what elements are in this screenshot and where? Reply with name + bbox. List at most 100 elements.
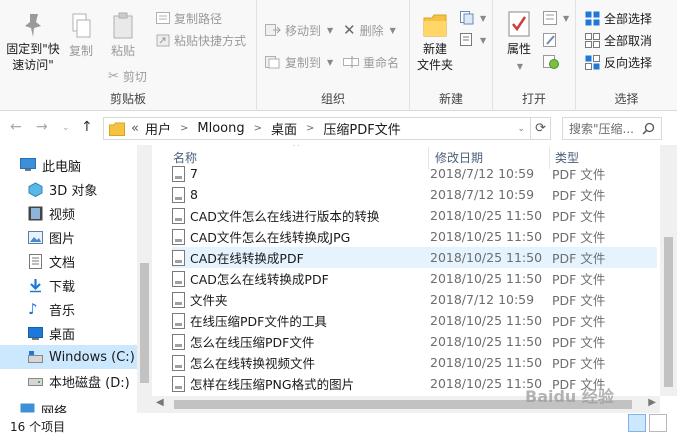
- file-name: 文件夹: [190, 293, 228, 308]
- scroll-left-arrow-icon[interactable]: ◀: [156, 397, 164, 408]
- delete-button[interactable]: ✕ 删除 ▼: [343, 20, 396, 40]
- file-row-hovered[interactable]: CAD在线转换成PDF 2018/10/25 11:50 PDF 文件: [172, 247, 657, 268]
- forward-arrow-icon[interactable]: →: [36, 119, 48, 135]
- nav-item-downloads[interactable]: 下载: [0, 273, 137, 297]
- folder-icon: [109, 122, 125, 136]
- nav-item-windows-c[interactable]: Windows (C:): [0, 345, 137, 369]
- easy-access-button[interactable]: ▼: [460, 30, 486, 50]
- address-bar[interactable]: « 用户 > Mloong > 桌面 > 压缩PDF文件 ⌄ ⟳: [103, 117, 551, 140]
- vertical-scrollbar-thumb[interactable]: [664, 237, 673, 387]
- nav-item-music[interactable]: ♪ 音乐: [0, 297, 137, 321]
- nav-item-desktop[interactable]: 桌面: [0, 321, 137, 345]
- copy-button[interactable]: 复制: [64, 12, 98, 59]
- breadcrumb-overflow[interactable]: «: [128, 121, 142, 136]
- move-to-icon: [265, 24, 281, 36]
- new-folder-button[interactable]: 新建 文件夹: [414, 10, 456, 73]
- up-arrow-icon[interactable]: ↑: [81, 119, 93, 135]
- scroll-right-arrow-icon[interactable]: ▶: [648, 397, 656, 408]
- properties-button[interactable]: 属性 ▼: [499, 10, 539, 75]
- file-row[interactable]: 怎么在线压缩PDF文件 2018/10/25 11:50 PDF 文件: [172, 331, 657, 352]
- rename-icon: [343, 56, 359, 68]
- file-date: 2018/10/25 11:50: [430, 313, 543, 328]
- nav-item-label: 网络: [41, 405, 68, 413]
- navigation-bar: ← → ⌄ ↑ « 用户 > Mloong > 桌面 > 压缩PDF文件 ⌄ ⟳…: [0, 111, 677, 145]
- cut-button[interactable]: ✂ 剪切: [108, 66, 147, 86]
- paste-shortcut-icon: [156, 34, 170, 47]
- search-box[interactable]: 搜索"压缩...: [562, 117, 662, 140]
- documents-icon: [29, 253, 42, 269]
- nav-item-network[interactable]: 网络: [0, 401, 137, 413]
- file-name: CAD在线转换成PDF: [190, 251, 304, 266]
- navigation-scrollbar[interactable]: [137, 145, 152, 413]
- new-folder-label-line2: 文件夹: [416, 58, 453, 72]
- file-date: 2018/10/25 11:50: [430, 208, 543, 223]
- edit-button[interactable]: [543, 30, 557, 50]
- pdf-file-icon: [172, 375, 185, 392]
- file-row[interactable]: 怎么在线转换视频文件 2018/10/25 11:50 PDF 文件: [172, 352, 657, 373]
- file-type: PDF 文件: [552, 335, 606, 350]
- search-placeholder: 搜索"压缩...: [569, 122, 634, 136]
- nav-item-local-disk-d[interactable]: 本地磁盘 (D:): [0, 369, 137, 393]
- nav-item-label: 视频: [49, 207, 76, 223]
- pdf-file-icon: [172, 249, 185, 266]
- cut-label: 剪切: [122, 69, 147, 84]
- navigation-scrollbar-thumb[interactable]: [140, 263, 149, 383]
- nav-item-label: 文档: [49, 255, 76, 271]
- select-none-button[interactable]: 全部取消: [585, 30, 652, 50]
- back-arrow-icon[interactable]: ←: [10, 119, 22, 135]
- move-to-button[interactable]: 移动到 ▼: [265, 20, 333, 40]
- history-button[interactable]: [543, 52, 559, 72]
- file-name: 在线压缩PDF文件的工具: [190, 314, 327, 329]
- refresh-icon[interactable]: ⟳: [530, 118, 550, 139]
- copy-path-button[interactable]: 复制路径: [156, 8, 222, 28]
- open-group: 属性 ▼ ▼ 打开: [493, 0, 576, 111]
- rename-button[interactable]: 重命名: [343, 52, 399, 72]
- file-date: 2018/10/25 11:50: [430, 271, 543, 286]
- nav-item-label: 图片: [49, 231, 76, 247]
- breadcrumb-users[interactable]: 用户: [142, 119, 174, 138]
- open-button[interactable]: ▼: [543, 8, 569, 28]
- paste-button[interactable]: 粘贴: [104, 12, 142, 59]
- file-list-vertical-scrollbar[interactable]: [660, 145, 677, 396]
- nav-item-videos[interactable]: 视频: [0, 201, 137, 225]
- file-row[interactable]: 8 2018/7/12 10:59 PDF 文件: [172, 184, 657, 205]
- status-bar: 16 个项目: [0, 413, 677, 440]
- breadcrumb-user[interactable]: Mloong: [194, 121, 247, 136]
- file-date: 2018/10/25 11:50: [430, 334, 543, 349]
- pictures-icon: [28, 230, 43, 244]
- nav-item-this-pc[interactable]: 此电脑: [0, 153, 137, 177]
- organize-group-label: 组织: [320, 92, 345, 106]
- pdf-file-icon: [172, 333, 185, 350]
- file-row[interactable]: 7 2018/7/12 10:59 PDF 文件: [172, 163, 657, 184]
- breadcrumb-current-folder[interactable]: 压缩PDF文件: [320, 119, 403, 138]
- file-row[interactable]: CAD文件怎么在线转换成JPG 2018/10/25 11:50 PDF 文件: [172, 226, 657, 247]
- nav-item-pictures[interactable]: 图片: [0, 225, 137, 249]
- nav-item-documents[interactable]: 文档: [0, 249, 137, 273]
- copy-to-button[interactable]: 复制到 ▼: [265, 52, 333, 72]
- details-view-icon[interactable]: [628, 414, 646, 432]
- nav-item-3d-objects[interactable]: 3D 对象: [0, 177, 137, 201]
- paste-shortcut-button[interactable]: 粘贴快捷方式: [156, 30, 246, 50]
- pdf-file-icon: [172, 270, 185, 287]
- breadcrumb-separator-icon[interactable]: >: [174, 123, 194, 134]
- invert-selection-button[interactable]: 反向选择: [585, 52, 652, 72]
- download-icon: [30, 278, 41, 292]
- new-item-button[interactable]: ▼: [460, 8, 486, 28]
- history-icon: [543, 55, 559, 69]
- file-row[interactable]: CAD怎么在线转换成PDF 2018/10/25 11:50 PDF 文件: [172, 268, 657, 289]
- file-row[interactable]: CAD文件怎么在线进行版本的转换 2018/10/25 11:50 PDF 文件: [172, 205, 657, 226]
- edit-icon: [543, 33, 556, 47]
- ribbon: 固定到"快 速访问" 复制 粘贴 ✂ 剪切 复制路径 粘贴快捷方式 剪贴板 移动…: [0, 0, 677, 111]
- recent-locations-icon[interactable]: ⌄: [62, 123, 70, 133]
- breadcrumb-separator-icon[interactable]: >: [248, 123, 268, 134]
- breadcrumb-desktop[interactable]: 桌面: [268, 119, 300, 138]
- file-row[interactable]: 在线压缩PDF文件的工具 2018/10/25 11:50 PDF 文件: [172, 310, 657, 331]
- file-row[interactable]: 文件夹 2018/7/12 10:59 PDF 文件: [172, 289, 657, 310]
- item-count: 16 个项目: [10, 420, 66, 434]
- pin-quick-access-button[interactable]: 固定到"快 速访问": [2, 12, 64, 73]
- open-icon: [543, 11, 557, 25]
- large-icons-view-icon[interactable]: [649, 414, 667, 432]
- address-dropdown-icon[interactable]: ⌄: [513, 124, 531, 134]
- breadcrumb-separator-icon[interactable]: >: [300, 123, 320, 134]
- select-all-button[interactable]: 全部选择: [585, 8, 652, 28]
